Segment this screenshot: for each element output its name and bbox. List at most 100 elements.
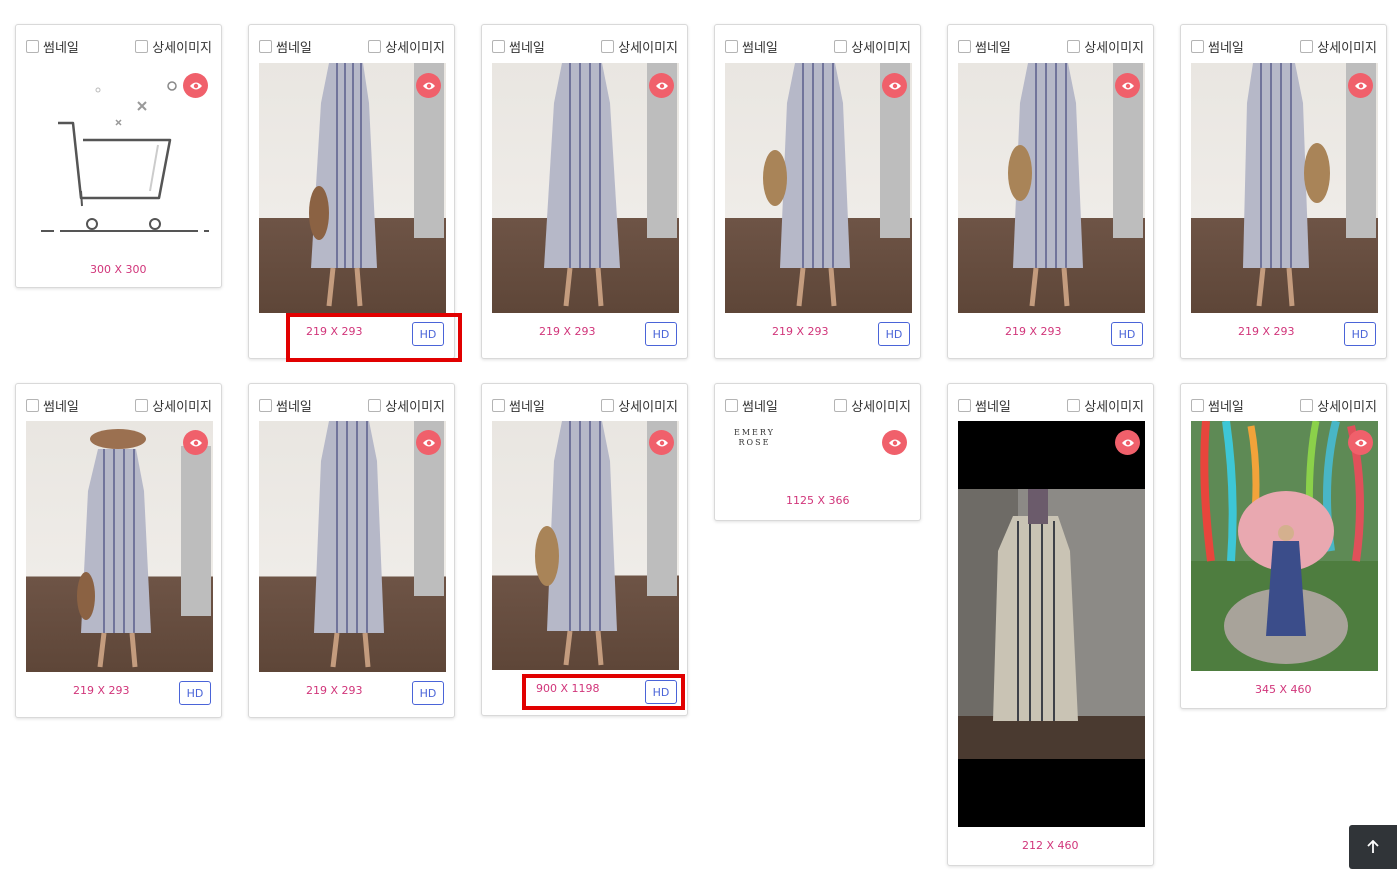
- thumbnail-label: 썸네일: [276, 40, 312, 56]
- brand-logo: EMERY ROSE: [734, 428, 775, 448]
- detail-image-checkbox[interactable]: 상세이미지: [601, 37, 678, 56]
- image-card: 썸네일 상세이미지 300 X 300: [15, 24, 222, 288]
- thumbnail-label: 썸네일: [742, 399, 778, 415]
- card-header: 썸네일 상세이미지: [1191, 396, 1377, 415]
- thumbnail-label: 썸네일: [975, 40, 1011, 56]
- eye-icon[interactable]: [649, 73, 674, 98]
- hd-button[interactable]: HD: [179, 681, 211, 705]
- detail-image-checkbox[interactable]: 상세이미지: [1067, 37, 1144, 56]
- scroll-top-button[interactable]: [1349, 825, 1397, 869]
- thumbnail-checkbox[interactable]: 썸네일: [26, 37, 79, 56]
- image-size: 219 X 293: [1005, 325, 1062, 338]
- thumbnail-checkbox[interactable]: 썸네일: [259, 37, 312, 56]
- detail-image-label: 상세이미지: [851, 399, 911, 415]
- thumbnail-label: 썸네일: [43, 40, 79, 56]
- thumbnail-checkbox[interactable]: 썸네일: [1191, 396, 1244, 415]
- thumbnail-label: 썸네일: [975, 399, 1011, 415]
- detail-image-label: 상세이미지: [618, 40, 678, 56]
- eye-icon[interactable]: [882, 73, 907, 98]
- eye-icon[interactable]: [416, 430, 441, 455]
- image-size: 219 X 293: [73, 684, 130, 697]
- image-card: 썸네일 상세이미지 219 X 293 HD: [481, 24, 688, 359]
- card-header: 썸네일 상세이미지: [26, 396, 212, 415]
- thumbnail-label: 썸네일: [742, 40, 778, 56]
- card-header: 썸네일 상세이미지: [725, 37, 911, 56]
- highlight-box: [286, 313, 462, 362]
- image-size: 219 X 293: [306, 684, 363, 697]
- hd-button[interactable]: HD: [1111, 322, 1143, 346]
- card-header: 썸네일 상세이미지: [1191, 37, 1377, 56]
- detail-image-label: 상세이미지: [152, 399, 212, 415]
- eye-icon[interactable]: [416, 73, 441, 98]
- image-size: 219 X 293: [772, 325, 829, 338]
- highlight-box: [522, 674, 685, 710]
- thumbnail-label: 썸네일: [1208, 399, 1244, 415]
- eye-icon[interactable]: [1348, 73, 1373, 98]
- image-size: 219 X 293: [539, 325, 596, 338]
- product-photo: [259, 421, 446, 672]
- hd-button[interactable]: HD: [645, 322, 677, 346]
- eye-icon[interactable]: [882, 430, 907, 455]
- eye-icon[interactable]: [649, 430, 674, 455]
- thumbnail-label: 썸네일: [276, 399, 312, 415]
- eye-icon[interactable]: [183, 430, 208, 455]
- hd-button[interactable]: HD: [878, 322, 910, 346]
- thumbnail-checkbox[interactable]: 썸네일: [725, 396, 778, 415]
- thumbnail-checkbox[interactable]: 썸네일: [958, 396, 1011, 415]
- hd-button[interactable]: HD: [412, 681, 444, 705]
- product-photo: [492, 421, 679, 670]
- detail-image-label: 상세이미지: [1317, 40, 1377, 56]
- card-header: 썸네일 상세이미지: [958, 37, 1144, 56]
- thumbnail-checkbox[interactable]: 썸네일: [492, 37, 545, 56]
- detail-image-checkbox[interactable]: 상세이미지: [135, 37, 212, 56]
- eye-icon[interactable]: [183, 73, 208, 98]
- image-size: 212 X 460: [1022, 839, 1079, 852]
- detail-image-checkbox[interactable]: 상세이미지: [834, 37, 911, 56]
- detail-image-checkbox[interactable]: 상세이미지: [368, 396, 445, 415]
- detail-image-label: 상세이미지: [1084, 40, 1144, 56]
- hd-button[interactable]: HD: [1344, 322, 1376, 346]
- thumbnail-label: 썸네일: [509, 40, 545, 56]
- product-photo: [958, 63, 1145, 313]
- mirror-selfie-photo: [958, 421, 1145, 827]
- thumbnail-checkbox[interactable]: 썸네일: [1191, 37, 1244, 56]
- image-size: 219 X 293: [1238, 325, 1295, 338]
- thumbnail-checkbox[interactable]: 썸네일: [958, 37, 1011, 56]
- image-card: 썸네일 상세이미지 212 X 460: [947, 383, 1154, 866]
- thumbnail-checkbox[interactable]: 썸네일: [492, 396, 545, 415]
- image-card: 썸네일 상세이미지 345 X 460: [1180, 383, 1387, 709]
- detail-image-checkbox[interactable]: 상세이미지: [1067, 396, 1144, 415]
- product-photo: [26, 421, 213, 672]
- card-header: 썸네일 상세이미지: [259, 396, 445, 415]
- product-photo: [725, 63, 912, 313]
- image-card: 썸네일 상세이미지 219 X 293 HD: [714, 24, 921, 359]
- detail-image-checkbox[interactable]: 상세이미지: [368, 37, 445, 56]
- card-header: 썸네일 상세이미지: [259, 37, 445, 56]
- image-card: 썸네일 상세이미지 EMERY ROSE 1125 X 366: [714, 383, 921, 521]
- detail-image-checkbox[interactable]: 상세이미지: [601, 396, 678, 415]
- detail-image-label: 상세이미지: [618, 399, 678, 415]
- image-card: 썸네일 상세이미지 219 X 293 HD: [947, 24, 1154, 359]
- eye-icon[interactable]: [1115, 430, 1140, 455]
- card-header: 썸네일 상세이미지: [26, 37, 212, 56]
- image-card: 썸네일 상세이미지 219 X 293 HD: [15, 383, 222, 718]
- product-photo: [492, 63, 679, 313]
- image-card: 썸네일 상세이미지 219 X 293 HD: [1180, 24, 1387, 359]
- thumbnail-checkbox[interactable]: 썸네일: [26, 396, 79, 415]
- detail-image-label: 상세이미지: [385, 40, 445, 56]
- detail-image-label: 상세이미지: [152, 40, 212, 56]
- garden-sculpture-photo: [1191, 421, 1378, 671]
- detail-image-checkbox[interactable]: 상세이미지: [834, 396, 911, 415]
- thumbnail-checkbox[interactable]: 썸네일: [259, 396, 312, 415]
- eye-icon[interactable]: [1348, 430, 1373, 455]
- detail-image-checkbox[interactable]: 상세이미지: [1300, 37, 1377, 56]
- arrow-up-icon: [1367, 840, 1379, 853]
- card-header: 썸네일 상세이미지: [725, 396, 911, 415]
- eye-icon[interactable]: [1115, 73, 1140, 98]
- brand-logo-line-1: EMERY: [734, 428, 775, 437]
- image-size: 345 X 460: [1255, 683, 1312, 696]
- detail-image-label: 상세이미지: [1317, 399, 1377, 415]
- detail-image-checkbox[interactable]: 상세이미지: [135, 396, 212, 415]
- thumbnail-checkbox[interactable]: 썸네일: [725, 37, 778, 56]
- detail-image-checkbox[interactable]: 상세이미지: [1300, 396, 1377, 415]
